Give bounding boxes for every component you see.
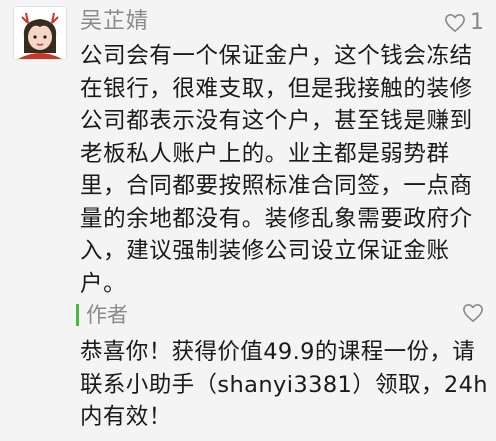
comment-author: 吴芷婧 [80, 9, 150, 34]
cartoon-girl-avatar-icon [14, 7, 66, 59]
reply-like-button[interactable] [462, 303, 484, 327]
like-button[interactable]: 1 [444, 10, 484, 36]
like-count: 1 [470, 10, 484, 35]
reply-author: 作者 [86, 303, 128, 327]
author-reply-header: 作者 [76, 302, 128, 328]
reply-text: 恭喜你！获得价值49.9的课程一份，请联系小助手（shanyi3381）领取，2… [80, 339, 488, 430]
comment-text: 公司会有一个保证金户，这个钱会冻结在银行，很难支取，但是我接触的装修公司都表示没… [80, 43, 473, 297]
heart-icon [444, 13, 466, 33]
heart-icon [462, 303, 484, 327]
author-reply-bar [76, 304, 79, 326]
comment-item: 吴芷婧 1 公司会有一个保证金户，这个钱会冻结在银行，很难支取，但是我接触的装修… [0, 0, 496, 441]
avatar[interactable] [13, 6, 67, 60]
